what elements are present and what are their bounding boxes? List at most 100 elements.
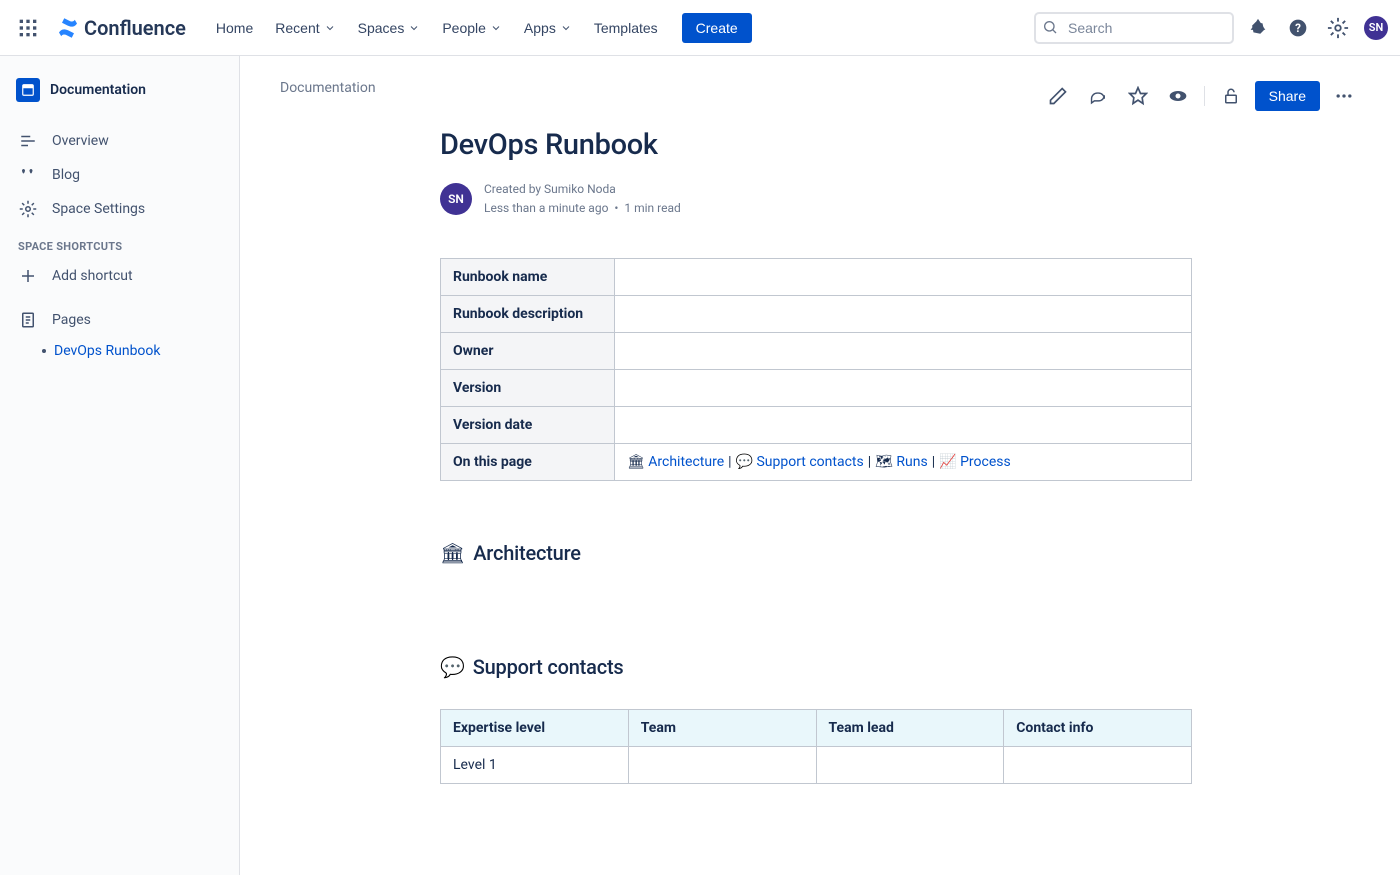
sidebar-overview[interactable]: Overview [8,124,231,158]
search-wrap [1034,12,1234,44]
toc-runs-emoji: 🗺 [875,454,893,470]
pages-icon [18,311,38,329]
meta-value-date[interactable] [615,407,1192,444]
edit-icon[interactable] [1042,80,1074,112]
table-row: Level 1 [441,747,1192,784]
more-actions-icon[interactable] [1328,80,1360,112]
confluence-logo[interactable]: Confluence [48,16,194,40]
restrictions-icon[interactable] [1215,80,1247,112]
sidebar-settings-label: Space Settings [52,201,145,217]
content-column: DevOps Runbook SN Created by Sumiko Noda… [440,128,1200,784]
nav-people-label: People [442,20,486,36]
sidebar-blog[interactable]: Blog [8,158,231,192]
section-support-title: Support contacts [473,655,624,679]
col-contact: Contact info [1004,710,1192,747]
star-icon[interactable] [1122,80,1154,112]
cell-team[interactable] [628,747,816,784]
space-icon [16,78,40,102]
brand-name: Confluence [84,16,186,40]
notifications-icon[interactable] [1242,12,1274,44]
table-row: On this page 🏛 Architecture|💬 Support co… [441,444,1192,481]
create-button[interactable]: Create [682,13,752,43]
table-row: Version date [441,407,1192,444]
cell-lead[interactable] [816,747,1004,784]
page-header: Documentation Share [280,80,1360,112]
table-header-row: Expertise level Team Team lead Contact i… [441,710,1192,747]
sidebar-shortcuts-heading: Space Shortcuts [8,226,231,259]
toc-process-emoji: 📈 [939,454,956,470]
confluence-logo-icon [56,16,80,40]
help-icon[interactable]: ? [1282,12,1314,44]
author-avatar[interactable]: SN [440,183,472,215]
search-icon [1042,19,1058,39]
byline: SN Created by Sumiko Noda Less than a mi… [440,180,1200,218]
meta-value-desc[interactable] [615,296,1192,333]
tree-bullet-icon [42,349,46,353]
section-architecture-title: Architecture [473,541,581,565]
nav-apps-label: Apps [524,20,556,36]
overview-icon [18,132,38,150]
meta-label-version: Version [441,370,615,407]
meta-value-version[interactable] [615,370,1192,407]
cell-contact[interactable] [1004,747,1192,784]
search-input[interactable] [1034,12,1234,44]
chevron-down-icon [324,22,336,34]
app-switcher-icon[interactable] [12,12,44,44]
comment-icon[interactable] [1082,80,1114,112]
space-header[interactable]: Documentation [8,72,231,108]
cell-expertise[interactable]: Level 1 [441,747,629,784]
nav-templates[interactable]: Templates [584,14,668,42]
nav-apps[interactable]: Apps [514,14,582,42]
main-content: Documentation Share DevOps Runbook SN Cr… [240,56,1400,875]
page-tree-item-label: DevOps Runbook [54,343,161,359]
nav-spaces[interactable]: Spaces [348,14,431,42]
sidebar-pages[interactable]: Pages [8,303,231,337]
gear-icon [18,200,38,218]
breadcrumb[interactable]: Documentation [280,80,376,96]
sidebar-add-shortcut-label: Add shortcut [52,268,133,284]
author-name[interactable]: Sumiko Noda [544,182,616,196]
sidebar-pages-label: Pages [52,312,91,328]
page-tree-item-current[interactable]: DevOps Runbook [8,337,231,365]
watch-icon[interactable] [1162,80,1194,112]
byline-text: Created by Sumiko Noda Less than a minut… [484,180,681,218]
col-lead: Team lead [816,710,1004,747]
meta-label-desc: Runbook description [441,296,615,333]
sidebar-add-shortcut[interactable]: Add shortcut [8,259,231,293]
toc-link-runs[interactable]: Runs [896,454,927,470]
settings-icon[interactable] [1322,12,1354,44]
nav-people[interactable]: People [432,14,512,42]
col-team: Team [628,710,816,747]
blog-icon [18,166,38,184]
meta-label-owner: Owner [441,333,615,370]
meta-label-toc: On this page [441,444,615,481]
nav-home[interactable]: Home [206,14,263,42]
section-support: 💬 Support contacts [440,655,1200,679]
primary-nav: Home Recent Spaces People Apps Templates… [206,13,752,43]
meta-value-name[interactable] [615,259,1192,296]
nav-spaces-label: Spaces [358,20,405,36]
sidebar-space-settings[interactable]: Space Settings [8,192,231,226]
action-divider [1204,86,1205,106]
page-title: DevOps Runbook [440,128,1200,162]
support-emoji-icon: 💬 [440,655,465,679]
chevron-down-icon [560,22,572,34]
sidebar-blog-label: Blog [52,167,80,183]
user-avatar[interactable]: SN [1364,16,1388,40]
read-time: 1 min read [624,201,680,215]
share-button[interactable]: Share [1255,81,1320,111]
space-name: Documentation [50,82,146,98]
toc-link-process[interactable]: Process [960,454,1011,470]
toc-arch-emoji: 🏛 [627,454,645,470]
top-nav: Confluence Home Recent Spaces People App… [0,0,1400,56]
chevron-down-icon [408,22,420,34]
arch-emoji-icon: 🏛 [440,541,465,565]
table-row: Runbook description [441,296,1192,333]
meta-value-toc: 🏛 Architecture|💬 Support contacts|🗺 Runs… [615,444,1192,481]
meta-value-owner[interactable] [615,333,1192,370]
toc-link-support[interactable]: Support contacts [756,454,863,470]
toc-link-architecture[interactable]: Architecture [648,454,724,470]
nav-recent[interactable]: Recent [265,14,345,42]
nav-recent-label: Recent [275,20,319,36]
toc-support-emoji: 💬 [736,454,753,470]
